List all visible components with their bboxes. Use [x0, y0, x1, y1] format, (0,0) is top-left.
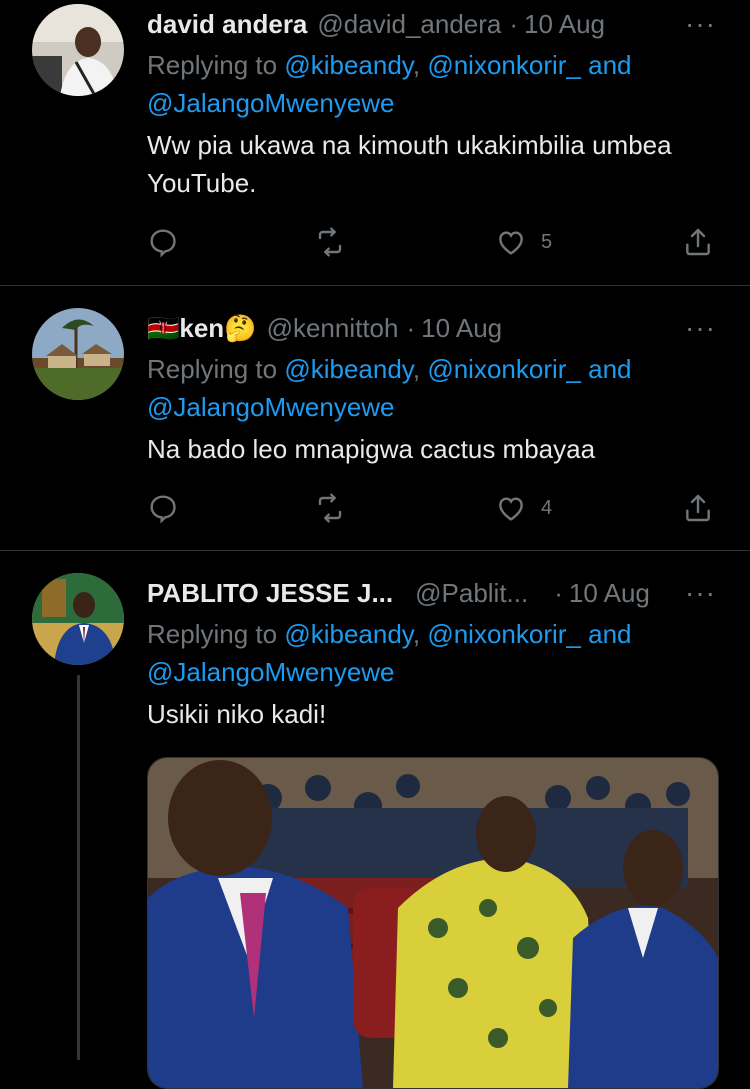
- replying-to: Replying to @kibeandy, @nixonkorir_ and …: [147, 50, 632, 118]
- replying-to: Replying to @kibeandy, @nixonkorir_ and …: [147, 619, 632, 687]
- thread-line: [77, 675, 80, 1060]
- more-icon[interactable]: ···: [685, 577, 716, 609]
- like-button[interactable]: 4: [495, 492, 552, 524]
- heart-icon: [499, 497, 523, 521]
- tweet-david-andera[interactable]: david andera @david_andera · 10 Aug ··· …: [0, 0, 750, 285]
- reply-button[interactable]: [147, 492, 179, 524]
- display-name[interactable]: 🇰🇪ken🤔: [147, 313, 257, 344]
- avatar[interactable]: [32, 308, 124, 400]
- share-button[interactable]: [682, 226, 714, 258]
- retweet-icon: [318, 227, 342, 257]
- reply-prefix: Replying to: [147, 354, 278, 384]
- tweet-date[interactable]: 10 Aug: [421, 313, 502, 344]
- tweet-text: Na bado leo mnapigwa cactus mbayaa: [147, 434, 596, 464]
- like-count: 4: [541, 496, 553, 519]
- share-button[interactable]: [682, 492, 714, 524]
- tweet-text: Usikii niko kadi!: [147, 699, 327, 729]
- retweet-icon: [318, 493, 342, 523]
- heart-icon: [499, 231, 523, 255]
- mention-jalangomwenyewe[interactable]: @JalangoMwenyewe: [147, 657, 395, 687]
- retweet-button[interactable]: [314, 492, 346, 524]
- reply-and: and: [588, 354, 632, 384]
- display-name[interactable]: PABLITO JESSE J...: [147, 578, 393, 609]
- user-handle[interactable]: @david_andera: [317, 9, 501, 40]
- mention-kibeandy[interactable]: @kibeandy: [284, 50, 413, 80]
- tweet-date[interactable]: 10 Aug: [569, 578, 650, 609]
- share-icon: [686, 494, 710, 522]
- retweet-button[interactable]: [314, 226, 346, 258]
- user-handle[interactable]: @kennittoh: [267, 313, 399, 344]
- kenya-flag-emoji: 🇰🇪: [147, 312, 180, 343]
- mention-nixonkorir[interactable]: @nixonkorir_: [427, 619, 581, 649]
- display-name[interactable]: david andera: [147, 9, 307, 40]
- reply-and: and: [588, 50, 632, 80]
- separator-dot: ·: [554, 577, 563, 608]
- thinking-face-emoji: 🤔: [224, 312, 257, 343]
- share-icon: [686, 228, 710, 256]
- separator-dot: ·: [406, 312, 416, 343]
- tweet-text: Ww pia ukawa na kimouth ukakimbilia umbe…: [147, 130, 672, 198]
- like-button[interactable]: 5: [495, 226, 552, 258]
- avatar[interactable]: [32, 573, 124, 665]
- user-handle[interactable]: @Pablit...: [415, 578, 528, 609]
- reply-prefix: Replying to: [147, 50, 278, 80]
- like-count: 5: [541, 230, 553, 253]
- avatar[interactable]: [32, 4, 124, 96]
- mention-jalangomwenyewe[interactable]: @JalangoMwenyewe: [147, 88, 395, 118]
- more-icon[interactable]: ···: [685, 312, 716, 344]
- more-icon[interactable]: ···: [685, 8, 716, 40]
- mention-jalangomwenyewe[interactable]: @JalangoMwenyewe: [147, 392, 395, 422]
- tweet-ken[interactable]: 🇰🇪ken🤔 @kennittoh · 10 Aug ··· Replying …: [0, 286, 750, 551]
- replying-to: Replying to @kibeandy, @nixonkorir_ and …: [147, 354, 632, 422]
- reply-icon: [150, 229, 176, 258]
- separator-dot: ·: [509, 8, 519, 39]
- mention-kibeandy[interactable]: @kibeandy: [284, 354, 413, 384]
- mention-kibeandy[interactable]: @kibeandy: [284, 619, 413, 649]
- tweet-date[interactable]: 10 Aug: [524, 9, 605, 40]
- reply-and: and: [588, 619, 632, 649]
- reply-icon: [150, 495, 176, 524]
- reply-button[interactable]: [147, 226, 179, 258]
- tweet-photo[interactable]: [147, 757, 719, 1089]
- reply-prefix: Replying to: [147, 619, 278, 649]
- mention-nixonkorir[interactable]: @nixonkorir_: [427, 50, 581, 80]
- mention-nixonkorir[interactable]: @nixonkorir_: [427, 354, 581, 384]
